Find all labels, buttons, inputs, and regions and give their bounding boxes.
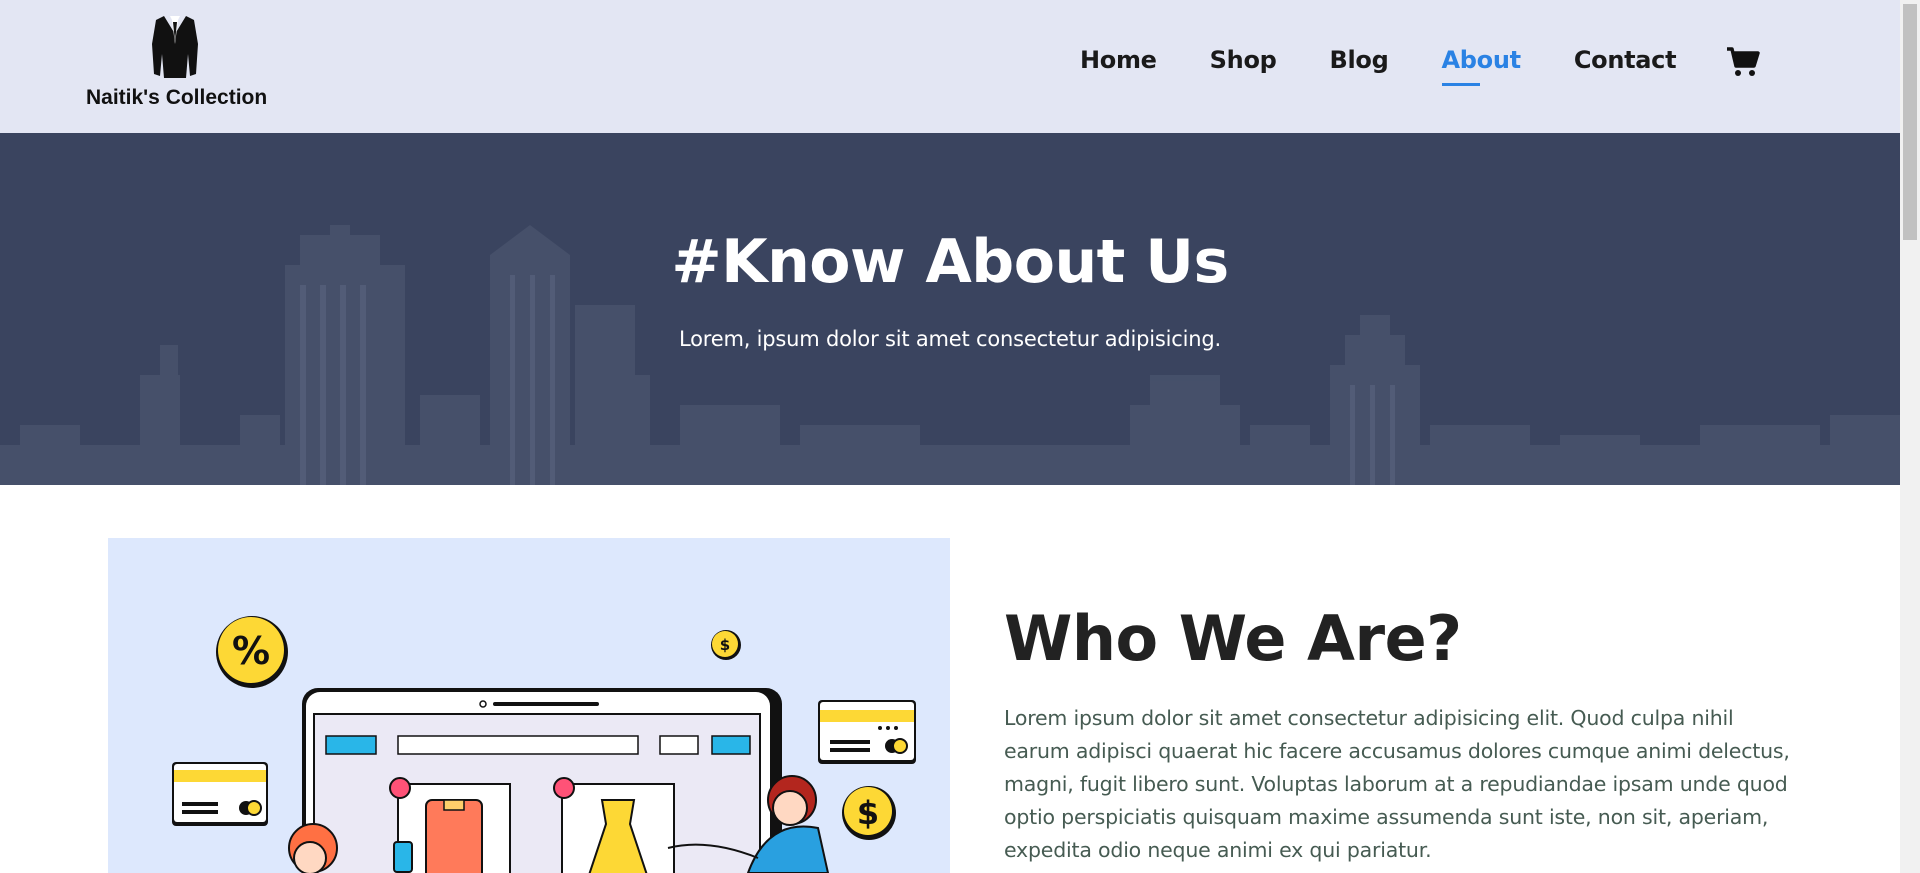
hero-title: #Know About Us — [671, 227, 1229, 297]
svg-text:$: $ — [857, 794, 879, 832]
shopping-cart-icon[interactable] — [1726, 46, 1760, 78]
vertical-scrollbar[interactable] — [1900, 0, 1920, 873]
svg-text:$: $ — [720, 636, 730, 654]
scrollbar-thumb[interactable] — [1903, 4, 1917, 240]
nav-home[interactable]: Home — [1080, 46, 1157, 74]
suit-icon — [152, 16, 198, 78]
site-header: Naitik's Collection Home Shop Blog About… — [0, 0, 1900, 133]
about-description: Lorem ipsum dolor sit amet consectetur a… — [1004, 706, 1790, 862]
brand-logo[interactable]: Naitik's Collection — [86, 12, 268, 112]
percent-coin-icon: % — [216, 616, 288, 688]
nav-blog[interactable]: Blog — [1330, 46, 1389, 74]
credit-card-icon — [818, 700, 916, 764]
hero-subtitle: Lorem, ipsum dolor sit amet consectetur … — [678, 327, 1222, 351]
nav-about[interactable]: About — [1441, 46, 1521, 86]
credit-card-icon — [172, 762, 268, 826]
nav-contact[interactable]: Contact — [1574, 46, 1677, 74]
about-illustration: % $ $ — [108, 538, 950, 873]
svg-text:%: % — [232, 629, 270, 673]
dollar-coin-icon: $ — [842, 786, 896, 840]
brand-name: Naitik's Collection — [86, 86, 268, 109]
about-title: Who We Are? — [1004, 602, 1462, 675]
main-nav: Home Shop Blog About Contact — [1080, 46, 1729, 86]
hero-banner: #Know About Us Lorem, ipsum dolor sit am… — [0, 133, 1900, 485]
small-dollar-coin-icon: $ — [711, 630, 741, 660]
nav-shop[interactable]: Shop — [1210, 46, 1277, 74]
